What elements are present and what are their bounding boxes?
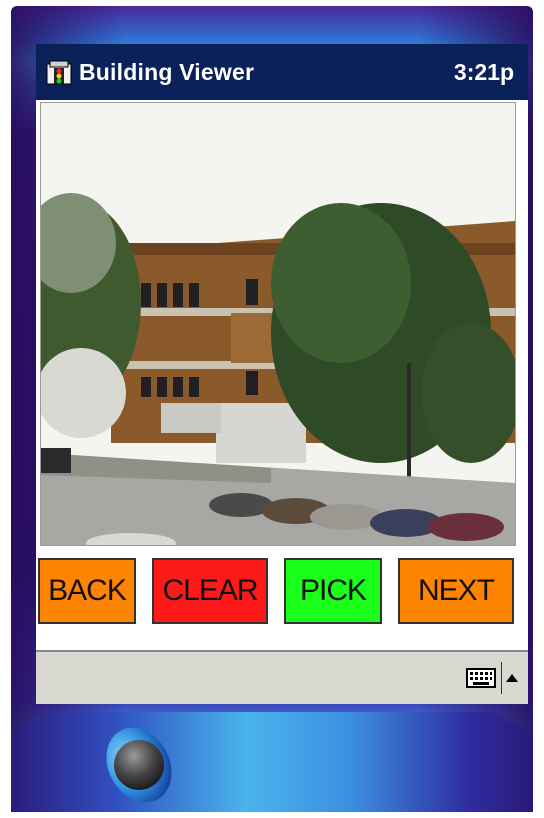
action-buttons: BACK CLEAR PICK NEXT [36, 558, 528, 626]
title-bar: Building Viewer 3:21p [36, 44, 528, 100]
building-photo [40, 102, 516, 546]
clock[interactable]: 3:21p [454, 59, 514, 86]
building-viewer-app-icon [44, 57, 74, 87]
next-button[interactable]: NEXT [398, 558, 514, 624]
clear-button[interactable]: CLEAR [152, 558, 268, 624]
app-title: Building Viewer [79, 58, 255, 85]
back-button[interactable]: BACK [38, 558, 136, 624]
navigation-pad-button[interactable] [114, 740, 164, 790]
up-arrow-icon[interactable] [501, 662, 522, 694]
pda-screen: Building Viewer 3:21p BACK CLEAR PICK NE… [36, 44, 528, 704]
pick-button[interactable]: PICK [284, 558, 382, 624]
keyboard-icon[interactable] [466, 668, 496, 688]
pda-bottom-panel [11, 712, 533, 812]
command-bar [36, 650, 528, 704]
